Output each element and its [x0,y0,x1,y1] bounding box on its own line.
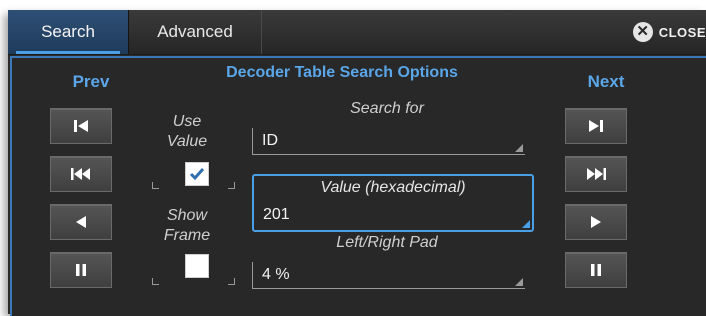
pause-icon [76,264,86,276]
use-value-corner-right [228,182,235,189]
step-forward-icon [591,216,601,228]
use-value-corner-left [152,182,159,189]
next-step-button[interactable] [565,204,627,240]
show-frame-corner-left [152,278,159,285]
prev-first-button[interactable] [50,108,112,144]
next-pause-button[interactable] [565,252,627,288]
next-label: Next [587,72,625,91]
fast-forward-icon [587,168,606,180]
value-hex-field[interactable]: Value (hexadecimal) 201 [252,174,534,232]
pad-caption: Left/Right Pad [336,234,438,251]
value-hex-value: 201 [263,206,290,223]
step-back-icon [76,216,86,228]
prev-fast-rewind-button[interactable] [50,156,112,192]
use-value-checkbox[interactable] [185,162,209,186]
close-circle-icon: ✕ [632,22,653,42]
panel-title: Decoder Table Search Options [226,64,458,81]
checkmark-icon [189,168,205,181]
fast-rewind-icon [71,168,90,180]
close-button[interactable]: ✕ CLOSE [632,21,706,43]
search-for-caption: Search for [350,100,424,117]
tab-search[interactable]: Search [8,10,129,54]
field-corner-icon [522,220,530,228]
prev-pause-button[interactable] [50,252,112,288]
pause-icon [591,264,601,276]
next-fast-forward-button[interactable] [565,156,627,192]
search-for-value: ID [262,132,278,149]
value-hex-caption: Value (hexadecimal) [320,179,466,196]
dropdown-corner-icon [515,144,523,152]
prev-label: Prev [72,72,110,91]
show-frame-checkbox[interactable] [185,254,209,278]
pad-field[interactable]: 4 % [252,262,525,289]
field-corner-icon [515,278,523,286]
tab-advanced[interactable]: Advanced [129,10,262,54]
search-for-dropdown[interactable]: ID [252,128,525,155]
search-options-panel: Decoder Table Search Options Prev Next U… [10,56,706,316]
decoder-search-window: Search Advanced ✕ CLOSE Decoder Table Se… [8,10,706,316]
show-frame-corner-right [228,278,235,285]
show-frame-label: Show Frame [163,207,211,244]
tab-bar: Search Advanced ✕ CLOSE [8,10,706,55]
use-value-label: Use Value [166,113,208,150]
skip-to-last-icon [589,120,603,132]
close-label: CLOSE [658,24,706,40]
pad-value: 4 % [262,266,290,283]
skip-to-first-icon [74,120,88,132]
prev-step-button[interactable] [50,204,112,240]
next-last-button[interactable] [565,108,627,144]
